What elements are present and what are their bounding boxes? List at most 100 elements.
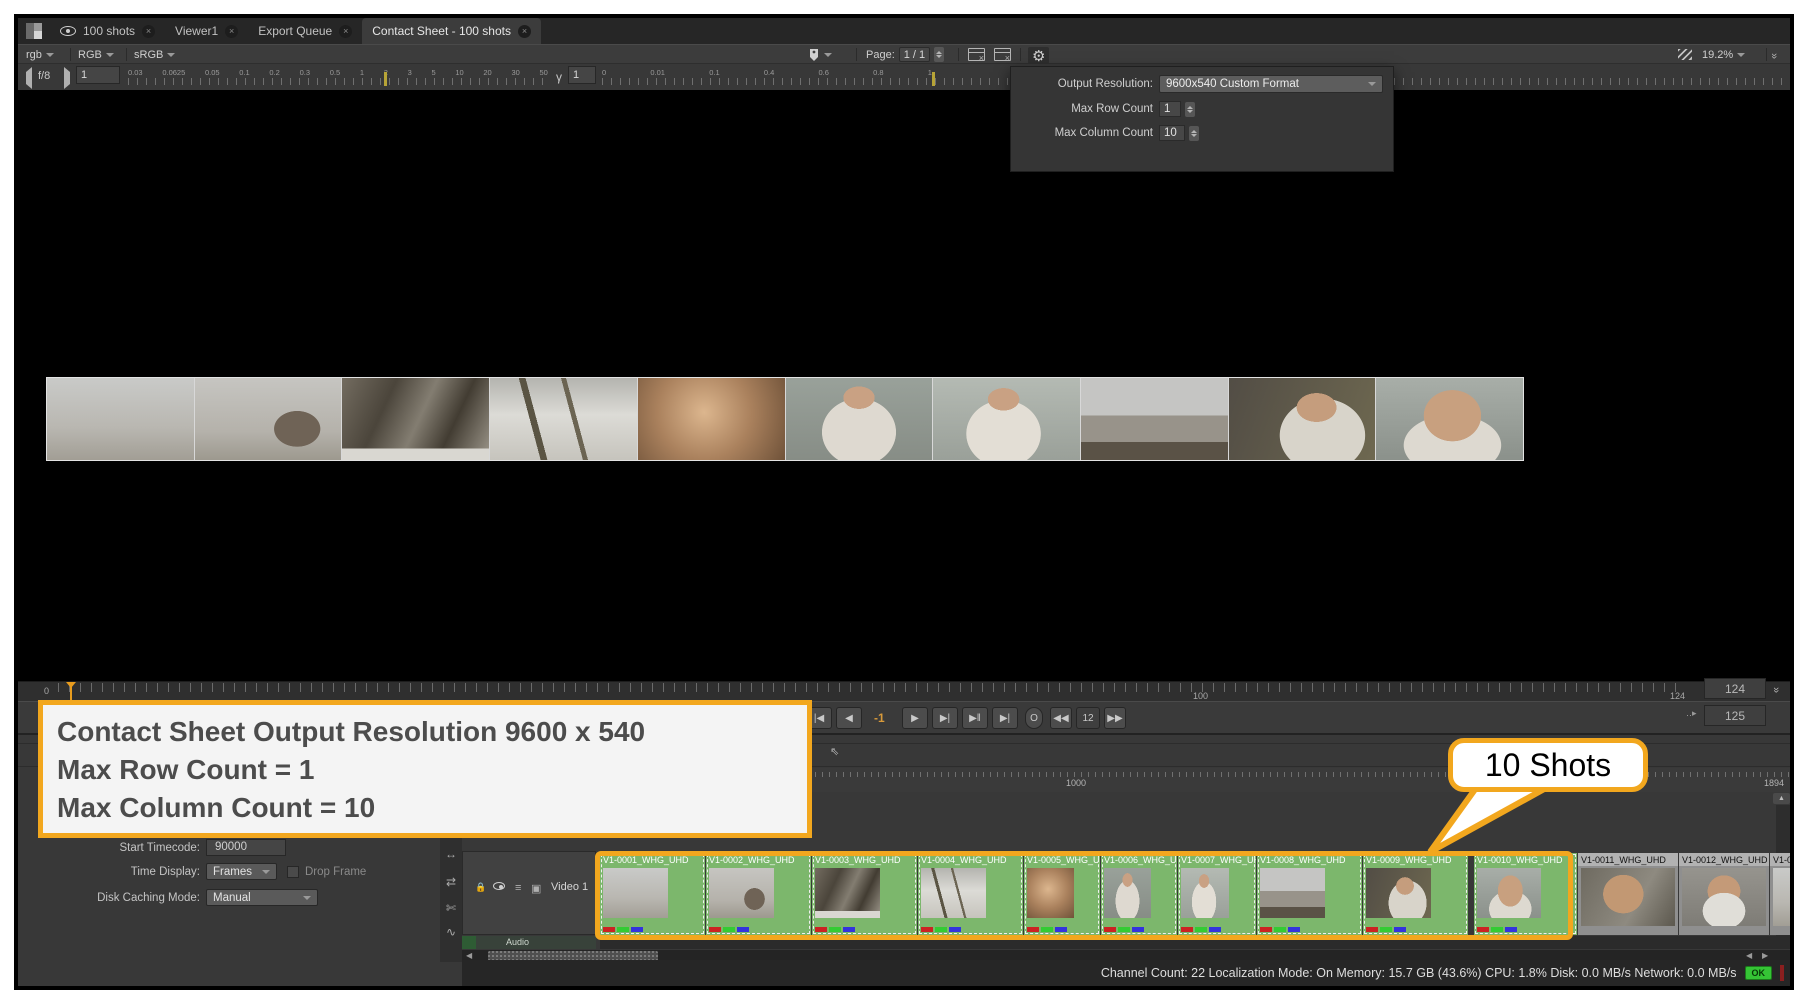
- track-eye-icon[interactable]: [493, 882, 505, 892]
- contact-sheet-shot[interactable]: [490, 378, 637, 460]
- current-frame-field[interactable]: 124: [1704, 678, 1766, 699]
- collapse-toolbar-button[interactable]: »: [1772, 47, 1776, 62]
- skip-forward-button[interactable]: ▶▶: [1104, 707, 1126, 729]
- gain-decrement[interactable]: [26, 72, 32, 84]
- disk-caching-select[interactable]: Manual: [206, 889, 318, 906]
- audio-track-lane[interactable]: [600, 936, 1790, 949]
- gamma-marker[interactable]: [932, 72, 935, 86]
- double-chevron-icon[interactable]: »: [1770, 687, 1782, 691]
- next-edit-button[interactable]: ▶‖: [962, 707, 988, 729]
- timeline-clip[interactable]: V1-0008_WHG_UHD: [1257, 853, 1362, 935]
- timeline-clip[interactable]: V1-0010_WHG_UHD: [1474, 853, 1577, 935]
- zoom-select[interactable]: 19.2%: [1702, 47, 1745, 62]
- channel-select[interactable]: rgb: [26, 47, 54, 62]
- viewer-canvas[interactable]: [18, 90, 1790, 681]
- time-display-select[interactable]: Frames: [206, 863, 277, 880]
- drop-frame-checkbox[interactable]: [287, 866, 299, 878]
- contact-sheet-shot[interactable]: [1376, 378, 1523, 460]
- contact-sheet-row-mode-button[interactable]: [968, 47, 985, 62]
- close-icon[interactable]: ×: [142, 25, 155, 38]
- lock-icon[interactable]: 🔒: [475, 882, 486, 893]
- layer-select[interactable]: RGB: [78, 47, 114, 62]
- contact-sheet-shot[interactable]: [342, 378, 489, 460]
- timeline-clip[interactable]: V1-0005_WHG_UHD: [1024, 853, 1100, 935]
- play-button[interactable]: ▶: [902, 707, 928, 729]
- collapse-tracks-button[interactable]: ▲: [1773, 793, 1790, 804]
- start-timecode-field[interactable]: 90000: [206, 839, 286, 856]
- tab-100-shots[interactable]: 100 shots ×: [50, 18, 165, 44]
- clip-name: V1-0006_WHG_UHD: [1101, 853, 1177, 866]
- play-backward-button[interactable]: ◀: [836, 707, 862, 729]
- max-row-count-field[interactable]: 1: [1159, 101, 1181, 117]
- contact-sheet-shot[interactable]: [786, 378, 933, 460]
- gain-slider[interactable]: 0.030.06250.050.10.20.30.5123510203050: [128, 68, 548, 86]
- timeline-clip[interactable]: V1-0001_WHG_UHD: [600, 853, 705, 935]
- timeline-clip[interactable]: V1-0003_WHG_UHD: [812, 853, 917, 935]
- tab-contact-sheet[interactable]: Contact Sheet - 100 shots ×: [362, 18, 541, 44]
- contact-sheet-shot[interactable]: [933, 378, 1080, 460]
- viewer-frame-ruler[interactable]: 0 100 124: [18, 681, 1790, 701]
- tick-label: 0.8: [873, 68, 883, 77]
- colorspace-select[interactable]: sRGB: [134, 47, 175, 62]
- timeline-clip[interactable]: V1-0004_WHG_UHD: [918, 853, 1023, 935]
- timeline-clip[interactable]: V1-0013_WHG_UHD: [1770, 853, 1790, 935]
- multi-tool-icon[interactable]: ⇖: [830, 745, 839, 758]
- output-resolution-select[interactable]: 9600x540 Custom Format: [1159, 75, 1383, 93]
- timeline-clip[interactable]: V1-0006_WHG_UHD: [1101, 853, 1177, 935]
- timeline-clip[interactable]: V1-0011_WHG_UHD: [1578, 853, 1678, 935]
- contact-sheet-grid-mode-button[interactable]: [994, 47, 1011, 62]
- settings-button[interactable]: ⚙: [1028, 47, 1049, 64]
- contact-sheet-shot[interactable]: [1229, 378, 1376, 460]
- gain-ticks: [128, 78, 548, 85]
- viewer-playhead[interactable]: [70, 682, 72, 702]
- chevron-down-icon: [167, 53, 175, 57]
- clip-tag-chips: [1027, 927, 1067, 932]
- layers-icon[interactable]: ≡: [515, 882, 521, 894]
- pane-layout-icon[interactable]: [26, 23, 42, 39]
- tab-export-queue[interactable]: Export Queue ×: [248, 18, 362, 44]
- page-stepper[interactable]: [934, 47, 944, 62]
- contact-sheet-shot[interactable]: [47, 378, 194, 460]
- clip-thumbnail: [1181, 868, 1229, 918]
- page-control: Page: 1 / 1: [866, 47, 944, 62]
- contact-sheet-shot[interactable]: [638, 378, 785, 460]
- close-icon[interactable]: ×: [518, 25, 531, 38]
- skip-frames-field[interactable]: 12: [1076, 707, 1100, 729]
- go-to-end-button[interactable]: ▶|: [992, 707, 1018, 729]
- timeline-clip[interactable]: V1-0012_WHG_UHD: [1679, 853, 1769, 935]
- timeline-clip[interactable]: V1-0007_WHG_UHD: [1178, 853, 1256, 935]
- timeline-clip[interactable]: V1-0009_WHG_UHD: [1363, 853, 1468, 935]
- audio-track-label: Audio: [506, 937, 529, 947]
- tag-menu[interactable]: [808, 47, 832, 62]
- contact-sheet-shot[interactable]: [1081, 378, 1228, 460]
- video-track-header[interactable]: 🔒 ≡ ▣ Video 1: [462, 851, 596, 935]
- max-column-stepper[interactable]: [1189, 126, 1199, 141]
- end-frame-field[interactable]: 125: [1704, 705, 1766, 726]
- close-icon[interactable]: ×: [225, 25, 238, 38]
- loop-mode-button[interactable]: O: [1025, 707, 1043, 729]
- gamma-input[interactable]: 1: [568, 66, 596, 84]
- green-tag-icon: [617, 927, 629, 932]
- gain-increment[interactable]: [64, 72, 70, 84]
- tick-label: 0.3: [300, 68, 310, 77]
- ok-badge[interactable]: OK: [1745, 966, 1773, 980]
- slip-tool-icon[interactable]: ⇄: [443, 875, 459, 889]
- tab-viewer1[interactable]: Viewer1 ×: [165, 18, 248, 44]
- step-forward-button[interactable]: ▶|: [932, 707, 958, 729]
- timeline-clip[interactable]: V1-0002_WHG_UHD: [706, 853, 811, 935]
- contact-sheet-shot[interactable]: [195, 378, 342, 460]
- razor-tool-icon[interactable]: ✄: [443, 901, 459, 915]
- max-row-stepper[interactable]: [1185, 102, 1195, 117]
- skip-back-button[interactable]: ◀◀: [1050, 707, 1072, 729]
- trim-tool-icon[interactable]: ↔: [443, 847, 459, 861]
- mask-icon[interactable]: ▣: [531, 882, 541, 895]
- retime-tool-icon[interactable]: ∿: [443, 925, 459, 939]
- max-column-count-field[interactable]: 10: [1159, 125, 1185, 141]
- proxy-toggle[interactable]: [1678, 47, 1692, 62]
- gain-input[interactable]: 1: [76, 66, 120, 84]
- page-field[interactable]: 1 / 1: [899, 47, 930, 62]
- close-icon[interactable]: ×: [339, 25, 352, 38]
- audio-track-header[interactable]: Audio: [462, 936, 596, 949]
- gain-marker[interactable]: [384, 72, 387, 86]
- disk-caching-label: Disk Caching Mode:: [18, 892, 206, 904]
